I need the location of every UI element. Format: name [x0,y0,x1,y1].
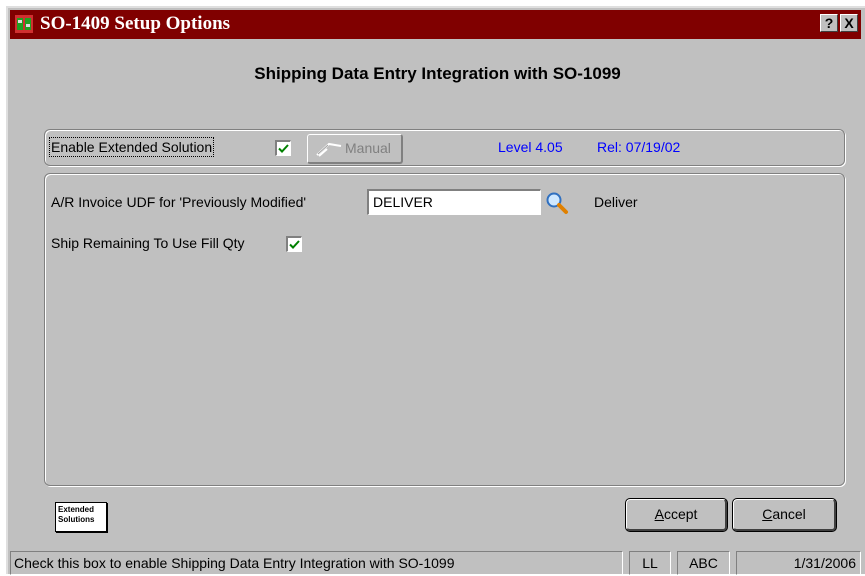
extended-solutions-logo: Extended Solutions [55,502,107,532]
status-cell-abc: ABC [677,551,730,575]
status-date: 1/31/2006 [736,551,861,575]
enable-extended-solution-checkbox[interactable] [275,140,291,156]
window-title: SO-1409 Setup Options [40,13,231,34]
checkmark-icon [289,240,300,249]
help-icon[interactable]: ? [820,14,838,32]
udf-input[interactable]: DELIVER [367,189,541,215]
cancel-label: ancel [772,506,806,522]
lookup-magnifier-icon[interactable] [545,191,569,215]
level-text: Level 4.05 [498,139,563,155]
udf-label: A/R Invoice UDF for 'Previously Modified… [51,194,307,210]
status-cell-ll: LL [629,551,671,575]
release-text: Rel: 07/19/02 [597,139,681,155]
close-icon[interactable]: X [840,14,858,32]
accept-hotkey: A [654,506,664,522]
app-icon [15,15,33,33]
setup-options-window: SO-1409 Setup Options ? X Shipping Data … [6,6,865,576]
logo-line1: Extended [58,505,95,514]
logo-line2: Solutions [58,515,95,524]
accept-button[interactable]: Accept [625,498,728,532]
checkmark-icon [278,144,289,153]
status-message: Check this box to enable Shipping Data E… [10,551,623,575]
enable-extended-solution-label[interactable]: Enable Extended Solution [48,137,215,157]
manual-button-label: Manual [345,140,391,156]
page-heading: Shipping Data Entry Integration with SO-… [254,64,621,83]
options-group [44,173,845,486]
ship-remaining-checkbox[interactable] [286,236,302,252]
udf-description: Deliver [594,194,638,210]
manual-book-icon [316,142,342,157]
accept-label: ccept [663,506,698,522]
status-bar: Check this box to enable Shipping Data E… [10,551,865,576]
title-bar[interactable]: SO-1409 Setup Options ? X [10,10,861,39]
manual-button[interactable]: Manual [307,134,403,164]
ship-remaining-label: Ship Remaining To Use Fill Qty [51,235,245,251]
cancel-button[interactable]: Cancel [732,498,837,532]
cancel-hotkey: C [762,506,773,522]
